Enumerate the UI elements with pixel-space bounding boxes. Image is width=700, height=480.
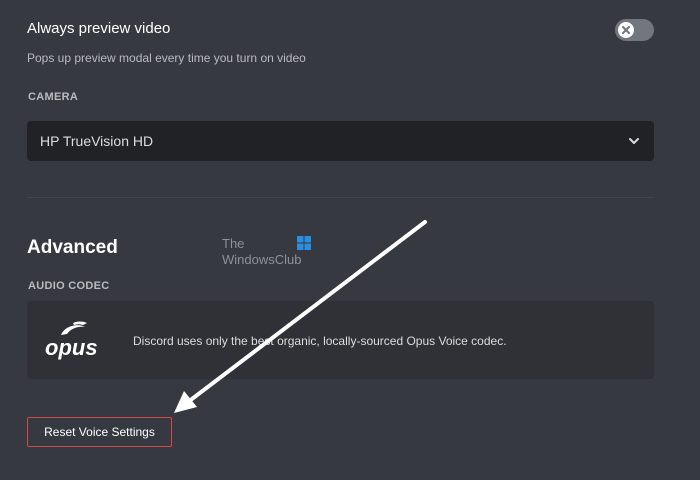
reset-voice-settings-button[interactable]: Reset Voice Settings (27, 417, 172, 447)
always-preview-video-title: Always preview video (27, 20, 171, 37)
always-preview-video-toggle[interactable] (615, 19, 654, 41)
camera-select[interactable]: HP TrueVision HD (27, 121, 654, 161)
windows-logo-icon (297, 236, 311, 250)
watermark-line2: WindowsClub (222, 252, 302, 267)
section-divider (27, 197, 654, 198)
toggle-knob (618, 22, 634, 38)
camera-selected-value: HP TrueVision HD (40, 133, 154, 149)
audio-codec-card: opus Discord uses only the best organic,… (27, 301, 654, 379)
chevron-down-icon (629, 138, 639, 144)
always-preview-video-description: Pops up preview modal every time you tur… (27, 51, 306, 65)
opus-logo-text: opus (45, 335, 98, 360)
watermark-line1: The (222, 236, 245, 251)
audio-codec-section-label: AUDIO CODEC (28, 280, 110, 292)
camera-section-label: CAMERA (28, 91, 79, 103)
watermark: The WindowsClub (222, 236, 322, 272)
advanced-section-title: Advanced (27, 237, 118, 258)
close-icon (622, 26, 630, 34)
voice-video-settings-page: Always preview video Pops up preview mod… (0, 0, 700, 480)
audio-codec-description: Discord uses only the best organic, loca… (133, 334, 507, 348)
opus-logo: opus (45, 321, 98, 360)
